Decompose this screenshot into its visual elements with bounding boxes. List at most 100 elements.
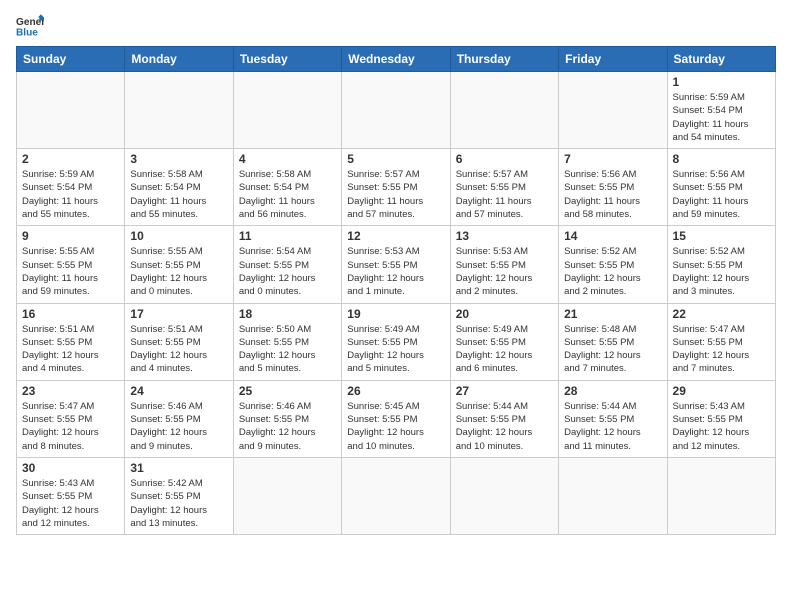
calendar-cell: 2Sunrise: 5:59 AM Sunset: 5:54 PM Daylig… xyxy=(17,149,125,226)
day-info: Sunrise: 5:58 AM Sunset: 5:54 PM Dayligh… xyxy=(130,168,227,221)
day-info: Sunrise: 5:56 AM Sunset: 5:55 PM Dayligh… xyxy=(564,168,661,221)
day-info: Sunrise: 5:57 AM Sunset: 5:55 PM Dayligh… xyxy=(347,168,444,221)
weekday-sunday: Sunday xyxy=(17,47,125,72)
day-number: 25 xyxy=(239,384,336,398)
weekday-wednesday: Wednesday xyxy=(342,47,450,72)
day-number: 22 xyxy=(673,307,770,321)
day-info: Sunrise: 5:47 AM Sunset: 5:55 PM Dayligh… xyxy=(22,400,119,453)
day-number: 17 xyxy=(130,307,227,321)
calendar-cell: 29Sunrise: 5:43 AM Sunset: 5:55 PM Dayli… xyxy=(667,380,775,457)
weekday-thursday: Thursday xyxy=(450,47,558,72)
day-number: 12 xyxy=(347,229,444,243)
day-number: 6 xyxy=(456,152,553,166)
day-info: Sunrise: 5:54 AM Sunset: 5:55 PM Dayligh… xyxy=(239,245,336,298)
calendar-cell xyxy=(17,72,125,149)
calendar-cell xyxy=(125,72,233,149)
calendar-cell: 1 Sunrise: 5:59 AM Sunset: 5:54 PM Daylig… xyxy=(667,72,775,149)
day-info: Sunrise: 5:50 AM Sunset: 5:55 PM Dayligh… xyxy=(239,323,336,376)
calendar-cell: 24Sunrise: 5:46 AM Sunset: 5:55 PM Dayli… xyxy=(125,380,233,457)
day-info: Sunrise: 5:51 AM Sunset: 5:55 PM Dayligh… xyxy=(22,323,119,376)
day-info: Sunrise: 5:43 AM Sunset: 5:55 PM Dayligh… xyxy=(22,477,119,530)
day-info: Sunrise: 5:49 AM Sunset: 5:55 PM Dayligh… xyxy=(456,323,553,376)
day-number: 30 xyxy=(22,461,119,475)
weekday-header-row: SundayMondayTuesdayWednesdayThursdayFrid… xyxy=(17,47,776,72)
day-info: Sunrise: 5:52 AM Sunset: 5:55 PM Dayligh… xyxy=(564,245,661,298)
day-number: 26 xyxy=(347,384,444,398)
calendar-cell: 14 Sunrise: 5:52 AM Sunset: 5:55 PM Dayli… xyxy=(559,226,667,303)
generalblue-icon: General Blue xyxy=(16,14,44,38)
calendar-cell: 7 Sunrise: 5:56 AM Sunset: 5:55 PM Daylig… xyxy=(559,149,667,226)
calendar-cell: 31 Sunrise: 5:42 AM Sunset: 5:55 PM Dayli… xyxy=(125,457,233,534)
calendar-cell: 16Sunrise: 5:51 AM Sunset: 5:55 PM Dayli… xyxy=(17,303,125,380)
calendar-cell: 28 Sunrise: 5:44 AM Sunset: 5:55 PM Dayli… xyxy=(559,380,667,457)
day-number: 1 xyxy=(673,75,770,89)
calendar-cell: 27Sunrise: 5:44 AM Sunset: 5:55 PM Dayli… xyxy=(450,380,558,457)
day-info: Sunrise: 5:51 AM Sunset: 5:55 PM Dayligh… xyxy=(130,323,227,376)
calendar-cell xyxy=(342,72,450,149)
week-row-3: 9Sunrise: 5:55 AM Sunset: 5:55 PM Daylig… xyxy=(17,226,776,303)
day-info: Sunrise: 5:56 AM Sunset: 5:55 PM Dayligh… xyxy=(673,168,770,221)
calendar-cell: 6 Sunrise: 5:57 AM Sunset: 5:55 PM Daylig… xyxy=(450,149,558,226)
calendar-cell: 18 Sunrise: 5:50 AM Sunset: 5:55 PM Dayli… xyxy=(233,303,341,380)
day-info: Sunrise: 5:53 AM Sunset: 5:55 PM Dayligh… xyxy=(347,245,444,298)
day-info: Sunrise: 5:45 AM Sunset: 5:55 PM Dayligh… xyxy=(347,400,444,453)
calendar-cell: 11 Sunrise: 5:54 AM Sunset: 5:55 PM Dayli… xyxy=(233,226,341,303)
day-number: 3 xyxy=(130,152,227,166)
day-number: 2 xyxy=(22,152,119,166)
day-info: Sunrise: 5:44 AM Sunset: 5:55 PM Dayligh… xyxy=(564,400,661,453)
calendar-cell: 21Sunrise: 5:48 AM Sunset: 5:55 PM Dayli… xyxy=(559,303,667,380)
day-info: Sunrise: 5:59 AM Sunset: 5:54 PM Dayligh… xyxy=(673,91,770,144)
page: General Blue SundayMondayTuesdayWednesda… xyxy=(0,0,792,612)
calendar-cell xyxy=(667,457,775,534)
day-info: Sunrise: 5:53 AM Sunset: 5:55 PM Dayligh… xyxy=(456,245,553,298)
calendar-cell: 12 Sunrise: 5:53 AM Sunset: 5:55 PM Dayli… xyxy=(342,226,450,303)
weekday-monday: Monday xyxy=(125,47,233,72)
week-row-5: 23Sunrise: 5:47 AM Sunset: 5:55 PM Dayli… xyxy=(17,380,776,457)
calendar-cell xyxy=(559,457,667,534)
day-number: 19 xyxy=(347,307,444,321)
day-number: 20 xyxy=(456,307,553,321)
day-number: 28 xyxy=(564,384,661,398)
calendar-cell: 20 Sunrise: 5:49 AM Sunset: 5:55 PM Dayli… xyxy=(450,303,558,380)
svg-text:Blue: Blue xyxy=(16,27,38,38)
calendar-cell xyxy=(342,457,450,534)
calendar-cell: 10 Sunrise: 5:55 AM Sunset: 5:55 PM Dayli… xyxy=(125,226,233,303)
weekday-friday: Friday xyxy=(559,47,667,72)
day-info: Sunrise: 5:49 AM Sunset: 5:55 PM Dayligh… xyxy=(347,323,444,376)
day-number: 14 xyxy=(564,229,661,243)
day-number: 5 xyxy=(347,152,444,166)
day-number: 7 xyxy=(564,152,661,166)
day-number: 11 xyxy=(239,229,336,243)
day-info: Sunrise: 5:43 AM Sunset: 5:55 PM Dayligh… xyxy=(673,400,770,453)
calendar-cell xyxy=(450,457,558,534)
calendar-cell: 23Sunrise: 5:47 AM Sunset: 5:55 PM Dayli… xyxy=(17,380,125,457)
calendar-cell xyxy=(450,72,558,149)
calendar-cell: 8 Sunrise: 5:56 AM Sunset: 5:55 PM Daylig… xyxy=(667,149,775,226)
day-number: 8 xyxy=(673,152,770,166)
calendar-cell: 25Sunrise: 5:46 AM Sunset: 5:55 PM Dayli… xyxy=(233,380,341,457)
week-row-6: 30 Sunrise: 5:43 AM Sunset: 5:55 PM Dayli… xyxy=(17,457,776,534)
day-info: Sunrise: 5:44 AM Sunset: 5:55 PM Dayligh… xyxy=(456,400,553,453)
week-row-1: 1 Sunrise: 5:59 AM Sunset: 5:54 PM Daylig… xyxy=(17,72,776,149)
day-number: 21 xyxy=(564,307,661,321)
day-number: 13 xyxy=(456,229,553,243)
calendar-cell: 15 Sunrise: 5:52 AM Sunset: 5:55 PM Dayli… xyxy=(667,226,775,303)
weekday-tuesday: Tuesday xyxy=(233,47,341,72)
day-number: 18 xyxy=(239,307,336,321)
calendar-cell: 26 Sunrise: 5:45 AM Sunset: 5:55 PM Dayli… xyxy=(342,380,450,457)
day-info: Sunrise: 5:55 AM Sunset: 5:55 PM Dayligh… xyxy=(130,245,227,298)
day-info: Sunrise: 5:58 AM Sunset: 5:54 PM Dayligh… xyxy=(239,168,336,221)
calendar-table: SundayMondayTuesdayWednesdayThursdayFrid… xyxy=(16,46,776,535)
day-info: Sunrise: 5:42 AM Sunset: 5:55 PM Dayligh… xyxy=(130,477,227,530)
day-number: 10 xyxy=(130,229,227,243)
calendar-cell: 19 Sunrise: 5:49 AM Sunset: 5:55 PM Dayli… xyxy=(342,303,450,380)
logo: General Blue xyxy=(16,14,44,38)
day-info: Sunrise: 5:57 AM Sunset: 5:55 PM Dayligh… xyxy=(456,168,553,221)
calendar-cell: 4Sunrise: 5:58 AM Sunset: 5:54 PM Daylig… xyxy=(233,149,341,226)
calendar-cell xyxy=(233,457,341,534)
day-number: 15 xyxy=(673,229,770,243)
day-number: 31 xyxy=(130,461,227,475)
day-number: 24 xyxy=(130,384,227,398)
day-info: Sunrise: 5:52 AM Sunset: 5:55 PM Dayligh… xyxy=(673,245,770,298)
calendar-cell xyxy=(233,72,341,149)
